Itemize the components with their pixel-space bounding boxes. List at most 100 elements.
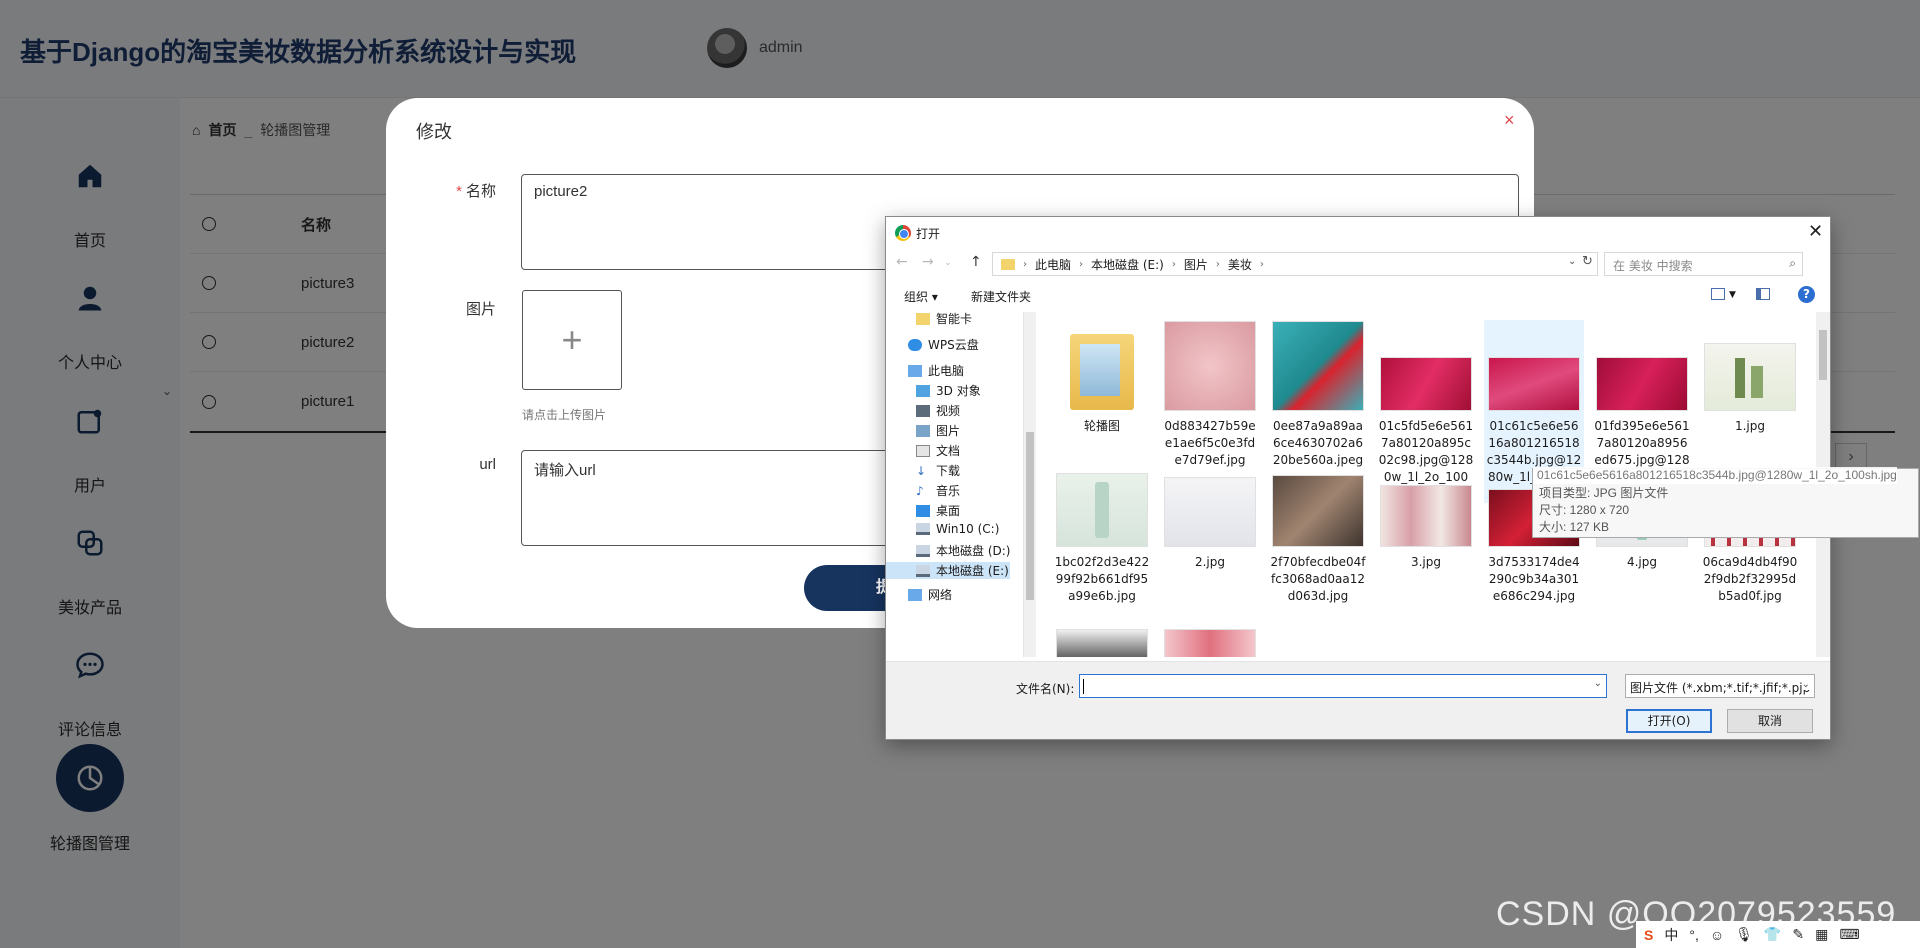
ime-mode[interactable]: 中 [1664,925,1678,945]
punctuation-icon[interactable]: °, [1689,927,1699,943]
dialog-footer: 文件名(N): ⌄ 图片文件 (*.xbm;*.tif;*.jfif;*.pjp… [886,661,1830,739]
view-options-icon[interactable] [1711,288,1725,300]
dialog-toolbar: 组织 ▾ 新建文件夹 ▼ ? [886,281,1830,309]
image-thumbnail [1164,630,1256,657]
grid-icon[interactable]: ▦ [1815,926,1828,943]
dialog-title: 打开 [916,227,941,241]
tree-scrollbar[interactable] [1024,312,1036,657]
path-segment[interactable]: 美妆 [1228,256,1252,273]
tree-item[interactable]: 网络 [908,586,952,603]
image-thumbnail [1380,472,1472,546]
drive-icon [916,544,930,557]
image-thumbnail [1596,320,1688,410]
tree-item[interactable]: 本地磁盘 (E:) [886,562,1010,579]
tooltip-line: 大小: 127 KB [1539,520,1610,534]
url-label: url [479,456,496,473]
system-tray: S 中 °, ☺ 🎙 👕 ✎ ▦ ⌨ [1636,921,1920,948]
skin-icon[interactable]: 👕 [1764,926,1781,943]
tree-item[interactable]: 3D 对象 [916,382,981,399]
chevron-down-icon[interactable]: ⌄ [1594,678,1602,689]
image-thumbnail [1272,472,1364,546]
address-bar[interactable]: › 此电脑 › 本地磁盘 (E:) › 图片 › 美妆 › [992,252,1598,276]
close-icon[interactable]: × [1504,110,1515,131]
tree-item[interactable]: 桌面 [916,502,960,519]
file-item[interactable]: 1bc02f2d3e42299f92b661df95a99e6b.jpg [1052,472,1152,605]
file-item[interactable]: 2.jpg [1160,472,1260,571]
desktop-icon [916,504,930,517]
file-tooltip: 01c61c5e6e5616a801216518c3544b.jpg@1280w… [1532,467,1919,538]
pen-icon[interactable]: ✎ [1792,926,1804,943]
tooltip-line: 尺寸: 1280 x 720 [1539,503,1630,517]
chevron-right-icon: › [1259,258,1264,270]
search-icon: ⌕ [1789,256,1796,270]
path-segment[interactable]: 本地磁盘 (E:) [1091,256,1164,273]
filename-input[interactable]: ⌄ [1079,674,1607,698]
close-icon[interactable]: ✕ [1808,221,1823,242]
download-icon: ↓ [916,463,927,478]
music-icon: ♪ [916,483,924,498]
folder-icon [916,312,930,325]
chevron-down-icon[interactable]: ▼ [1729,290,1736,300]
sogou-ime-icon[interactable]: S [1644,927,1653,943]
file-item[interactable]: 3.jpg [1376,472,1476,571]
file-item[interactable]: 0ee87a9a89aa6ce4630702a620be560a.jpeg [1268,320,1368,469]
chevron-right-icon: › [1079,258,1084,270]
image-thumbnail [1380,320,1472,410]
history-chevron-icon[interactable]: ⌄ [944,258,952,268]
upload-image-button[interactable]: + [522,290,622,390]
computer-icon [908,364,922,377]
pictures-icon [916,424,930,437]
name-label: * 名称 [456,183,496,200]
chevron-right-icon: › [1023,258,1027,270]
navigation-tree: 智能卡 WPS云盘 此电脑 3D 对象 视频 图片 文档 ↓ 下载 ♪ 音乐 桌面 … [886,312,1024,657]
help-icon[interactable]: ? [1798,286,1815,303]
image-thumbnail [1272,320,1364,410]
tree-item[interactable]: WPS云盘 [908,336,979,353]
forward-arrow-icon[interactable]: → [922,254,934,270]
tree-item[interactable]: 此电脑 [908,362,964,379]
folder-item[interactable]: 轮播图 [1052,320,1152,435]
file-type-select[interactable]: 图片文件 (*.xbm;*.tif;*.jfif;*.pjp ⌄ [1625,674,1815,698]
tree-item[interactable]: ↓ 下载 [916,462,960,479]
file-item[interactable]: 2f70bfecdbe04ffc3068ad0aa12d063d.jpg [1268,472,1368,605]
chevron-down-icon[interactable]: ⌄ [1568,256,1576,267]
chevron-down-icon: ⌄ [1801,679,1810,690]
3d-objects-icon [916,384,930,397]
tree-item[interactable]: 图片 [916,422,960,439]
upload-hint: 请点击上传图片 [522,408,607,422]
keyboard-icon[interactable]: ⌨ [1839,926,1859,943]
network-icon [908,588,922,601]
back-arrow-icon[interactable]: ← [896,254,908,270]
chrome-icon [895,225,911,241]
microphone-icon[interactable]: 🎙 [1735,926,1753,943]
open-button[interactable]: 打开(O) [1626,709,1712,733]
image-thumbnail [1056,630,1148,657]
cancel-button[interactable]: 取消 [1727,709,1813,733]
new-folder-button[interactable]: 新建文件夹 [971,288,1031,305]
file-item[interactable]: 1.jpg [1700,320,1800,435]
tree-item[interactable]: 本地磁盘 (D:) [916,542,1010,559]
organize-menu[interactable]: 组织 ▾ [904,288,938,305]
refresh-icon[interactable]: ↻ [1582,254,1593,269]
file-item[interactable]: 0d883427b59ee1ae6f5c0e3fde7d79ef.jpg [1160,320,1260,469]
preview-pane-icon[interactable] [1756,288,1770,300]
tree-item[interactable]: 智能卡 [916,312,972,327]
image-label: 图片 [465,301,496,318]
plus-icon: + [561,319,583,360]
tree-item[interactable]: Win10 (C:) [916,522,999,536]
image-thumbnail [1164,320,1256,410]
tree-item[interactable]: 视频 [916,402,960,419]
tree-item[interactable]: 文档 [916,442,960,459]
dialog-navbar: ← → ⌄ ↑ › 此电脑 › 本地磁盘 (E:) › 图片 › 美妆 › ⌄ … [886,251,1830,277]
tree-item[interactable]: ♪ 音乐 [916,482,960,499]
path-segment[interactable]: 图片 [1184,256,1208,273]
emoji-icon[interactable]: ☺ [1710,927,1724,943]
image-thumbnail [1056,472,1148,546]
chevron-right-icon: › [1215,258,1220,270]
up-arrow-icon[interactable]: ↑ [970,254,982,270]
tooltip-filename: 01c61c5e6e5616a801216518c3544b.jpg@1280w… [1533,467,1897,484]
search-input[interactable]: 在 美妆 中搜索 ⌕ [1604,252,1803,276]
file-item[interactable] [1052,630,1152,657]
file-item[interactable] [1160,630,1260,657]
path-segment[interactable]: 此电脑 [1035,256,1071,273]
